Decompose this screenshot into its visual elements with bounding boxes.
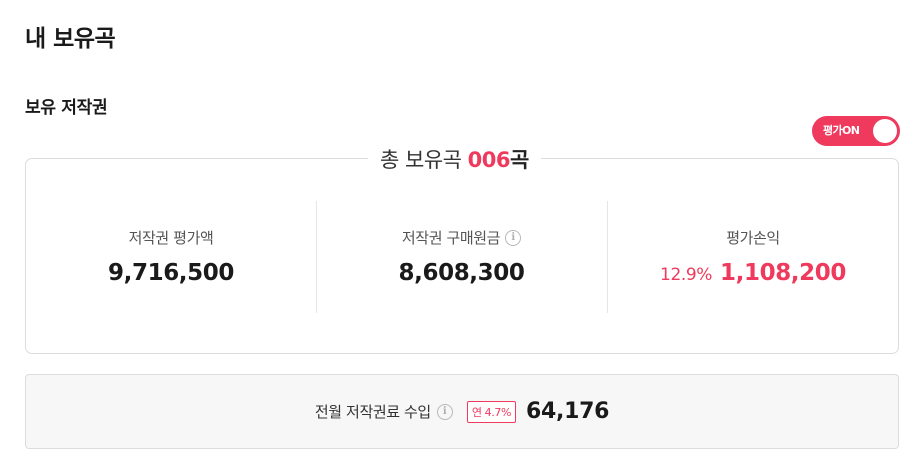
stat-value: 9,716,500 xyxy=(26,260,316,286)
profit-rate: 12.9% xyxy=(660,265,713,285)
holdings-summary-card: 저작권 평가액 9,716,500 저작권 구매원금 i 8,608,300 평… xyxy=(25,158,899,354)
monthly-income-card: 전월 저작권료 수입 i 연 4.7% 64,176 xyxy=(25,374,899,449)
section-title: 보유 저작권 xyxy=(25,98,108,118)
stat-label-text: 저작권 평가액 xyxy=(128,229,214,247)
stat-purchase-principal: 저작권 구매원금 i 8,608,300 xyxy=(316,159,607,353)
total-count: 006 xyxy=(467,148,511,172)
stat-value: 8,608,300 xyxy=(316,260,607,286)
stat-label-text: 저작권 구매원금 xyxy=(401,229,501,247)
stat-value-text: 1,108,200 xyxy=(720,260,846,286)
income-label: 전월 저작권료 수입 xyxy=(314,403,431,421)
stat-label-text: 평가손익 xyxy=(726,229,780,247)
stat-profit-loss: 평가손익 12.9% 1,108,200 xyxy=(607,159,899,353)
toggle-knob xyxy=(873,119,897,143)
annual-rate-badge: 연 4.7% xyxy=(466,400,516,423)
stat-value-text: 8,608,300 xyxy=(398,260,525,286)
info-icon[interactable]: i xyxy=(505,229,522,246)
total-unit: 곡 xyxy=(510,148,529,172)
stat-label: 평가손익 xyxy=(607,227,899,248)
page-title: 내 보유곡 xyxy=(25,26,116,52)
valuation-toggle[interactable]: 평가ON xyxy=(812,116,900,146)
stat-valuation: 저작권 평가액 9,716,500 xyxy=(26,159,316,353)
income-value: 64,176 xyxy=(526,399,610,424)
stat-label: 저작권 구매원금 i xyxy=(316,227,607,248)
info-icon[interactable]: i xyxy=(436,403,453,420)
total-prefix: 총 보유곡 xyxy=(380,148,462,172)
toggle-label: 평가ON xyxy=(823,124,860,137)
total-holdings: 총 보유곡 006곡 xyxy=(368,144,541,174)
stat-value: 12.9% 1,108,200 xyxy=(607,260,899,286)
stat-label: 저작권 평가액 xyxy=(26,227,316,248)
stat-value-text: 9,716,500 xyxy=(108,260,234,286)
